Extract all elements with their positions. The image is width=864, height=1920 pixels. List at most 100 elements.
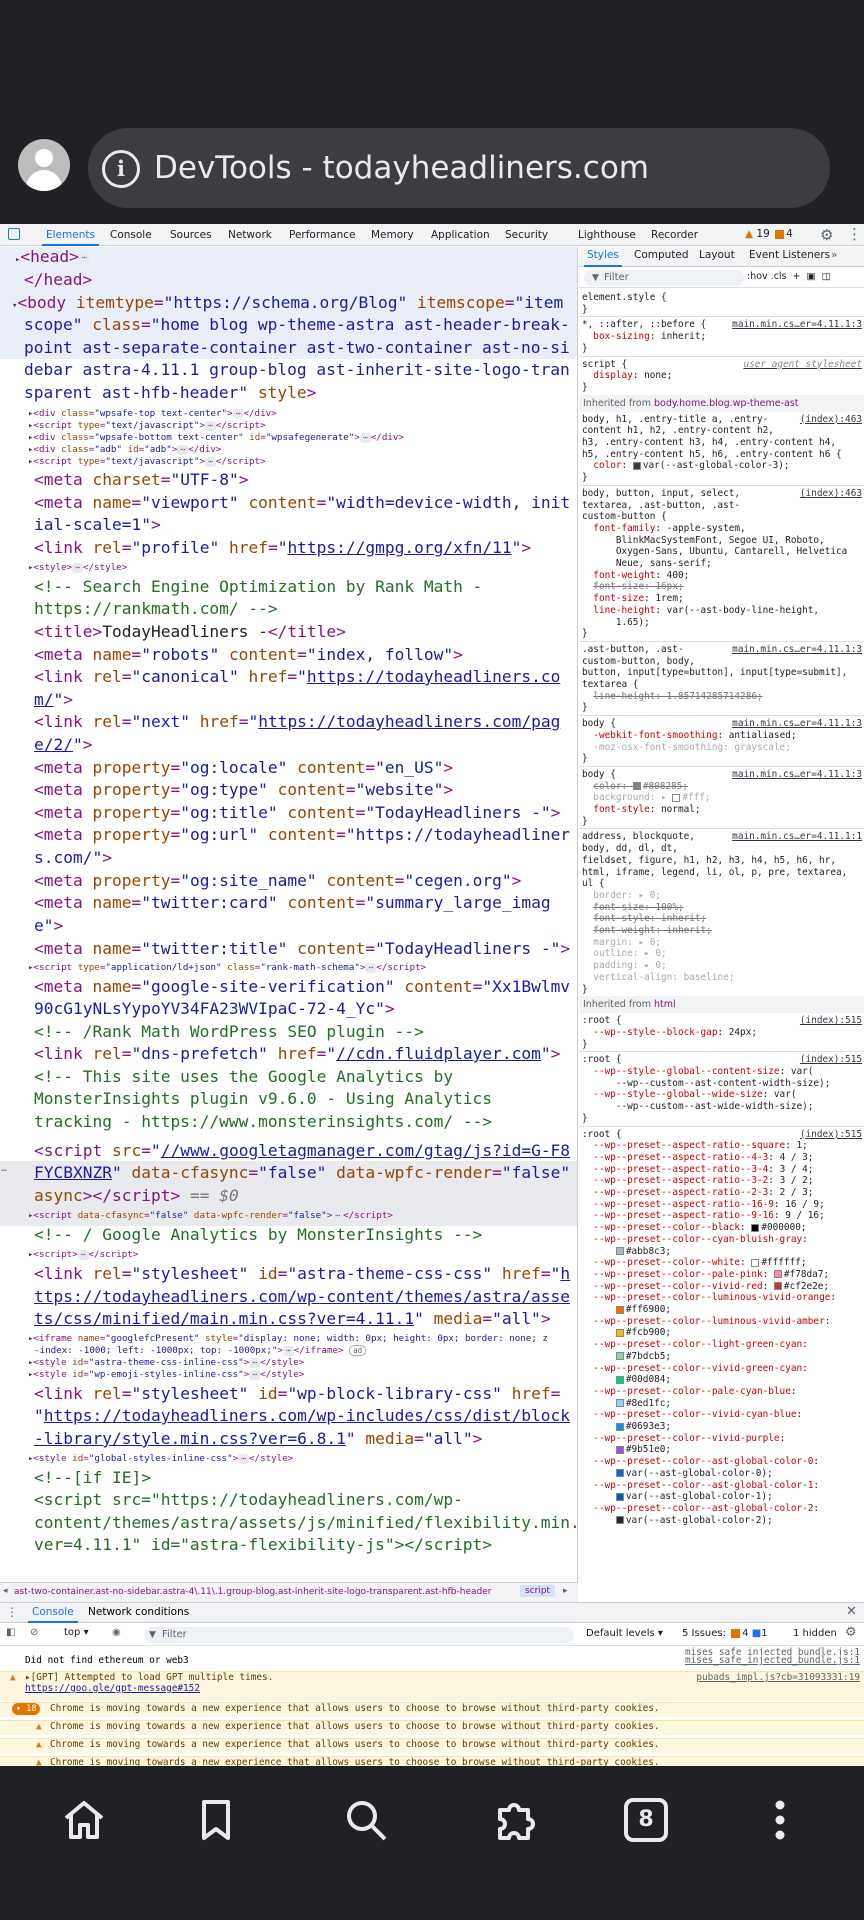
dom-tree-body-node-4[interactable]: debar astra-4.11.1 group-blog ast-inheri… (24, 359, 570, 382)
style-rule-line[interactable]: --wp--preset--color--vivid-cyan-blue: (582, 1409, 802, 1421)
style-rule-line[interactable]: } (582, 382, 588, 394)
style-rule-line[interactable]: font-weight: inherit; (582, 925, 712, 937)
tab-styles[interactable]: Styles (584, 249, 622, 267)
style-rule-line[interactable]: font-style: normal; (582, 804, 700, 816)
style-rule-line[interactable]: ul { (582, 878, 605, 890)
style-rule-line[interactable]: } (582, 816, 588, 828)
address-bar[interactable]: i DevTools - todayheadliners.com (88, 128, 830, 208)
dom-tree-body-node-2[interactable]: scope" class="home blog wp-theme-astra a… (24, 314, 570, 337)
style-rule-line[interactable]: :root { (582, 1054, 622, 1066)
tab-security[interactable]: Security (505, 229, 548, 241)
style-rule-line[interactable]: textarea { (582, 679, 638, 691)
style-source-link[interactable]: main.min.cs…er=4.11.1:3 (732, 769, 862, 781)
style-rule-line[interactable]: font-size: 16px; (582, 581, 683, 593)
style-rule-line[interactable]: h5, .entry-content h5, h6, .entry-conten… (582, 449, 842, 461)
style-rule-line[interactable]: var(--ast-global-color-0); (582, 1468, 773, 1480)
style-rule-line[interactable]: address, blockquote, (582, 831, 695, 843)
dom-tree-node[interactable]: ▸<script type="text/javascript"> ⋯ </scrip… (28, 456, 266, 468)
style-rule-line[interactable]: margin: ▸ 0; (582, 937, 661, 949)
style-rule-line[interactable]: :root { (582, 1015, 622, 1027)
style-rule-line[interactable]: --wp--custom--ast-content-width-size); (582, 1078, 831, 1090)
style-rule-line[interactable]: --wp--preset--color--vivid-red: #cf2e2e; (582, 1281, 829, 1293)
bookmark-icon[interactable] (192, 1796, 240, 1844)
dom-tree-node[interactable]: <meta name="google-site-verification" co… (34, 976, 570, 999)
style-rule-line[interactable]: .ast-button, .ast- (582, 644, 684, 656)
dom-tree-node[interactable]: <link rel="stylesheet" id="astra-theme-c… (34, 1263, 570, 1286)
style-rule-line[interactable]: h3, .entry-content h3, h4, .entry-conten… (582, 437, 836, 449)
style-rule-line[interactable]: content h1, h2, .entry-content h2, (582, 425, 774, 437)
style-rule-line[interactable]: --wp--style--global--content-size: var( (582, 1066, 813, 1078)
style-source-link[interactable]: main.min.cs…er=4.11.1:3 (732, 319, 862, 331)
dom-tree-node[interactable]: <meta charset="UTF-8"> (34, 469, 248, 492)
style-rule-line[interactable]: } (582, 1039, 588, 1051)
style-rule-line[interactable]: --wp--preset--color--luminous-vivid-ambe… (582, 1316, 830, 1328)
scroll-left-icon[interactable]: ◂ (3, 1586, 8, 1596)
dom-tree-node[interactable]: ver=4.11.1" id="astra-flexibility-js"></… (34, 1534, 492, 1557)
style-rule-line[interactable]: --wp--style--block-gap: 24px; (582, 1027, 757, 1039)
style-rule-line[interactable]: } (582, 304, 588, 316)
style-rule-line[interactable]: #9b51e0; (582, 1444, 671, 1456)
style-rule-line[interactable]: body, button, input, select, (582, 488, 740, 500)
style-source-link[interactable]: (index):515 (800, 1129, 862, 1141)
dom-tree-selected-script-3[interactable]: async></script> == $0 (34, 1185, 239, 1208)
dom-tree-body-node-5[interactable]: sparent ast-hfb-header" style> (24, 382, 316, 405)
style-rule-line[interactable]: #0693e3; (582, 1421, 671, 1433)
dom-tree-node[interactable]: <meta property="og:title" content="Today… (34, 802, 560, 825)
node-menu-icon[interactable]: ⋯ (1, 1165, 7, 1177)
breadcrumb-script[interactable]: script (520, 1585, 556, 1597)
style-rule-line[interactable]: Neue, sans-serif; (582, 558, 712, 570)
style-rule-line[interactable]: --wp--preset--aspect-ratio--2-3: 2 / 3; (582, 1187, 813, 1199)
style-rule-line[interactable]: --wp--preset--color--light-green-cyan: (582, 1339, 808, 1351)
style-source-link[interactable]: (index):463 (800, 414, 862, 426)
style-rule-line[interactable]: --wp--preset--color--pale-pink: #f78da7; (582, 1269, 829, 1281)
style-rule-line[interactable]: --wp--preset--aspect-ratio--3-4: 3 / 4; (582, 1164, 813, 1176)
context-select[interactable]: top ▾ (64, 1627, 89, 1638)
issues-counter[interactable]: ▲ 19 4 (745, 228, 793, 240)
dom-tree-node[interactable]: ▸<style id="global-styles-inline-css"> ⋯ <… (28, 1453, 293, 1465)
style-rule-line[interactable]: line-height: 1.85714285714286; (582, 691, 762, 703)
dom-tree-node[interactable]: ▸<div class="wpsafe-top text-center"> ⋯ </… (28, 408, 277, 420)
style-rule-line[interactable]: #abb8c3; (582, 1246, 671, 1258)
style-rule-line[interactable]: body { (582, 769, 616, 781)
dom-tree-selected-script-2[interactable]: FYCBXNZR" data-cfasync="false" data-wpfc… (34, 1162, 570, 1185)
dom-tree-node[interactable]: s.com/"> (34, 847, 112, 870)
dom-tree-node[interactable]: ▸<script data-cfasync="false" data-wpfc-… (28, 1210, 393, 1222)
style-rule-line[interactable]: --wp--preset--color--ast-global-color-1: (582, 1480, 819, 1492)
style-rule-line[interactable]: textarea, .ast-button, .ast- (582, 500, 740, 512)
style-rule-line[interactable]: --wp--preset--aspect-ratio--3-2: 3 / 2; (582, 1175, 813, 1187)
style-rule-line[interactable]: --wp--preset--aspect-ratio--4-3: 4 / 3; (582, 1152, 813, 1164)
dom-tree-node[interactable]: ial-scale=1"> (34, 514, 161, 537)
style-rule-line[interactable]: #00d084; (582, 1374, 671, 1386)
style-rule-line[interactable]: border: ▸ 0; (582, 890, 661, 902)
tab-event-listeners[interactable]: Event Listeners (749, 249, 830, 262)
dom-tree-node[interactable]: <!-- / Google Analytics by MonsterInsigh… (34, 1224, 482, 1247)
tab-memory[interactable]: Memory (371, 229, 414, 241)
dom-tree-node[interactable]: ▸<style> ⋯ </style> (28, 562, 127, 574)
style-rule-line[interactable]: vertical-align: baseline; (582, 972, 734, 984)
style-rule-line[interactable]: } (582, 1113, 588, 1125)
issues-link[interactable]: 5 Issues: 4 ■1 (682, 1628, 768, 1639)
style-rule-line[interactable]: --wp--preset--aspect-ratio--9-16: 9 / 16… (582, 1210, 824, 1222)
style-rule-line[interactable]: body, h1, .entry-title a, .entry- (582, 414, 768, 426)
close-icon[interactable]: ✕ (846, 1604, 857, 1619)
profile-avatar-icon[interactable] (18, 139, 70, 191)
style-rule-line[interactable]: } (582, 472, 588, 484)
style-rule-line[interactable]: font-size: 1rem; (582, 593, 683, 605)
scroll-right-icon[interactable]: ▸ (563, 1586, 568, 1596)
style-rule-line[interactable]: } (582, 984, 588, 996)
style-rule-line[interactable]: var(--ast-global-color-1); (582, 1491, 773, 1503)
info-icon[interactable]: i (102, 150, 140, 188)
dom-tree-node[interactable]: <meta name="twitter:title" content="Toda… (34, 938, 570, 961)
inspect-icon[interactable] (8, 228, 20, 240)
style-rule-line[interactable]: -moz-osx-font-smoothing: grayscale; (582, 742, 791, 754)
dom-tree-node[interactable]: <!-- Search Engine Optimization by Rank … (34, 576, 482, 599)
style-rule-line[interactable]: #8ed1fc; (582, 1398, 671, 1410)
style-rule-line[interactable]: fieldset, figure, h1, h2, h3, h4, h5, h6… (582, 855, 836, 867)
style-rule-line[interactable]: 1.65); (582, 617, 650, 629)
breadcrumb-body[interactable]: ast-two-container.ast-no-sidebar.astra-4… (14, 1587, 491, 1597)
style-rule-line[interactable]: --wp--preset--color--cyan-bluish-gray: (582, 1234, 808, 1246)
style-rule-line[interactable]: font-size: 100%; (582, 902, 683, 914)
dom-tree-node[interactable]: -library/style.min.css?ver=6.8.1" media=… (34, 1428, 482, 1451)
drawer-menu-icon[interactable]: ⋮ (6, 1605, 18, 1619)
dom-tree-node[interactable]: <meta property="og:site_name" content="c… (34, 870, 521, 893)
